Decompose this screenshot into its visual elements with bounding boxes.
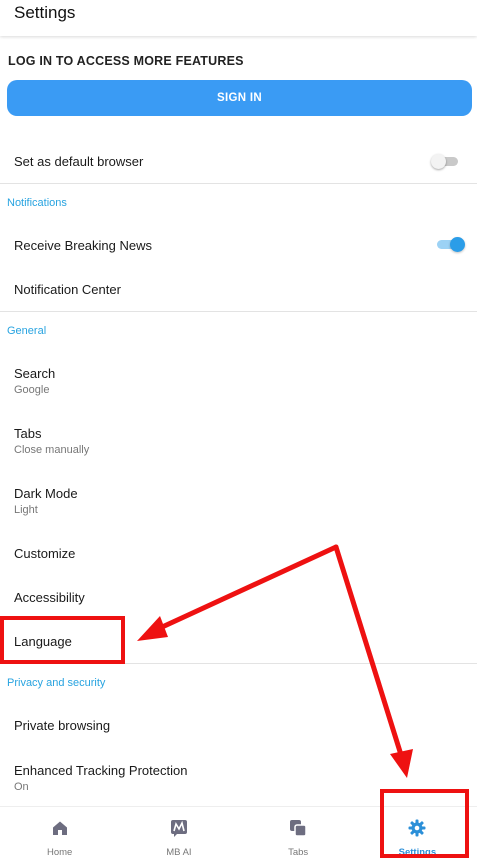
notification-center-row[interactable]: Notification Center <box>0 272 477 308</box>
nav-label-tabs: Tabs <box>288 847 309 858</box>
annotation-box-language <box>0 616 125 664</box>
breaking-news-row[interactable]: Receive Breaking News <box>0 228 477 264</box>
app-header: Settings <box>0 0 477 36</box>
dark-mode-row[interactable]: Dark Mode Light <box>0 478 477 522</box>
page-title: Settings <box>14 3 76 22</box>
accessibility-row[interactable]: Accessibility <box>0 580 477 616</box>
tracking-protection-value: On <box>14 781 29 793</box>
section-general: General <box>7 325 47 337</box>
sign-in-button[interactable]: SIGN IN <box>7 80 472 116</box>
annotation-box-settings <box>380 789 469 858</box>
search-label: Search <box>14 366 56 381</box>
nav-item-home[interactable]: Home <box>0 807 119 858</box>
notification-center-label: Notification Center <box>14 282 121 297</box>
section-privacy: Privacy and security <box>7 677 106 689</box>
search-value: Google <box>14 384 50 396</box>
nav-item-mb-ai[interactable]: MB AI <box>119 807 238 858</box>
accessibility-label: Accessibility <box>14 590 85 605</box>
nav-label-home: Home <box>46 847 73 858</box>
home-icon <box>52 821 67 835</box>
dark-mode-value: Light <box>14 504 38 516</box>
tabs-label: Tabs <box>14 426 42 441</box>
private-browsing-row[interactable]: Private browsing <box>0 708 477 744</box>
divider <box>0 183 477 184</box>
search-row[interactable]: Search Google <box>0 358 477 402</box>
mb-ai-icon <box>170 820 187 837</box>
default-browser-row[interactable]: Set as default browser <box>0 145 477 183</box>
tabs-row[interactable]: Tabs Close manually <box>0 418 477 462</box>
tabs-value: Close manually <box>14 444 90 456</box>
nav-item-tabs[interactable]: Tabs <box>239 807 358 858</box>
customize-label: Customize <box>14 546 76 561</box>
nav-label-mb-ai: MB AI <box>166 847 192 858</box>
default-browser-label: Set as default browser <box>14 154 144 169</box>
default-browser-toggle[interactable] <box>431 154 460 169</box>
private-browsing-label: Private browsing <box>14 718 111 733</box>
section-notifications: Notifications <box>7 197 67 209</box>
breaking-news-toggle[interactable] <box>437 237 465 252</box>
divider <box>0 311 477 312</box>
login-promo-title: LOG IN TO ACCESS MORE FEATURES <box>8 54 244 68</box>
dark-mode-label: Dark Mode <box>14 486 78 501</box>
customize-row[interactable]: Customize <box>0 536 477 572</box>
tracking-protection-label: Enhanced Tracking Protection <box>14 763 188 778</box>
breaking-news-label: Receive Breaking News <box>14 238 153 253</box>
tabs-icon <box>290 820 307 837</box>
